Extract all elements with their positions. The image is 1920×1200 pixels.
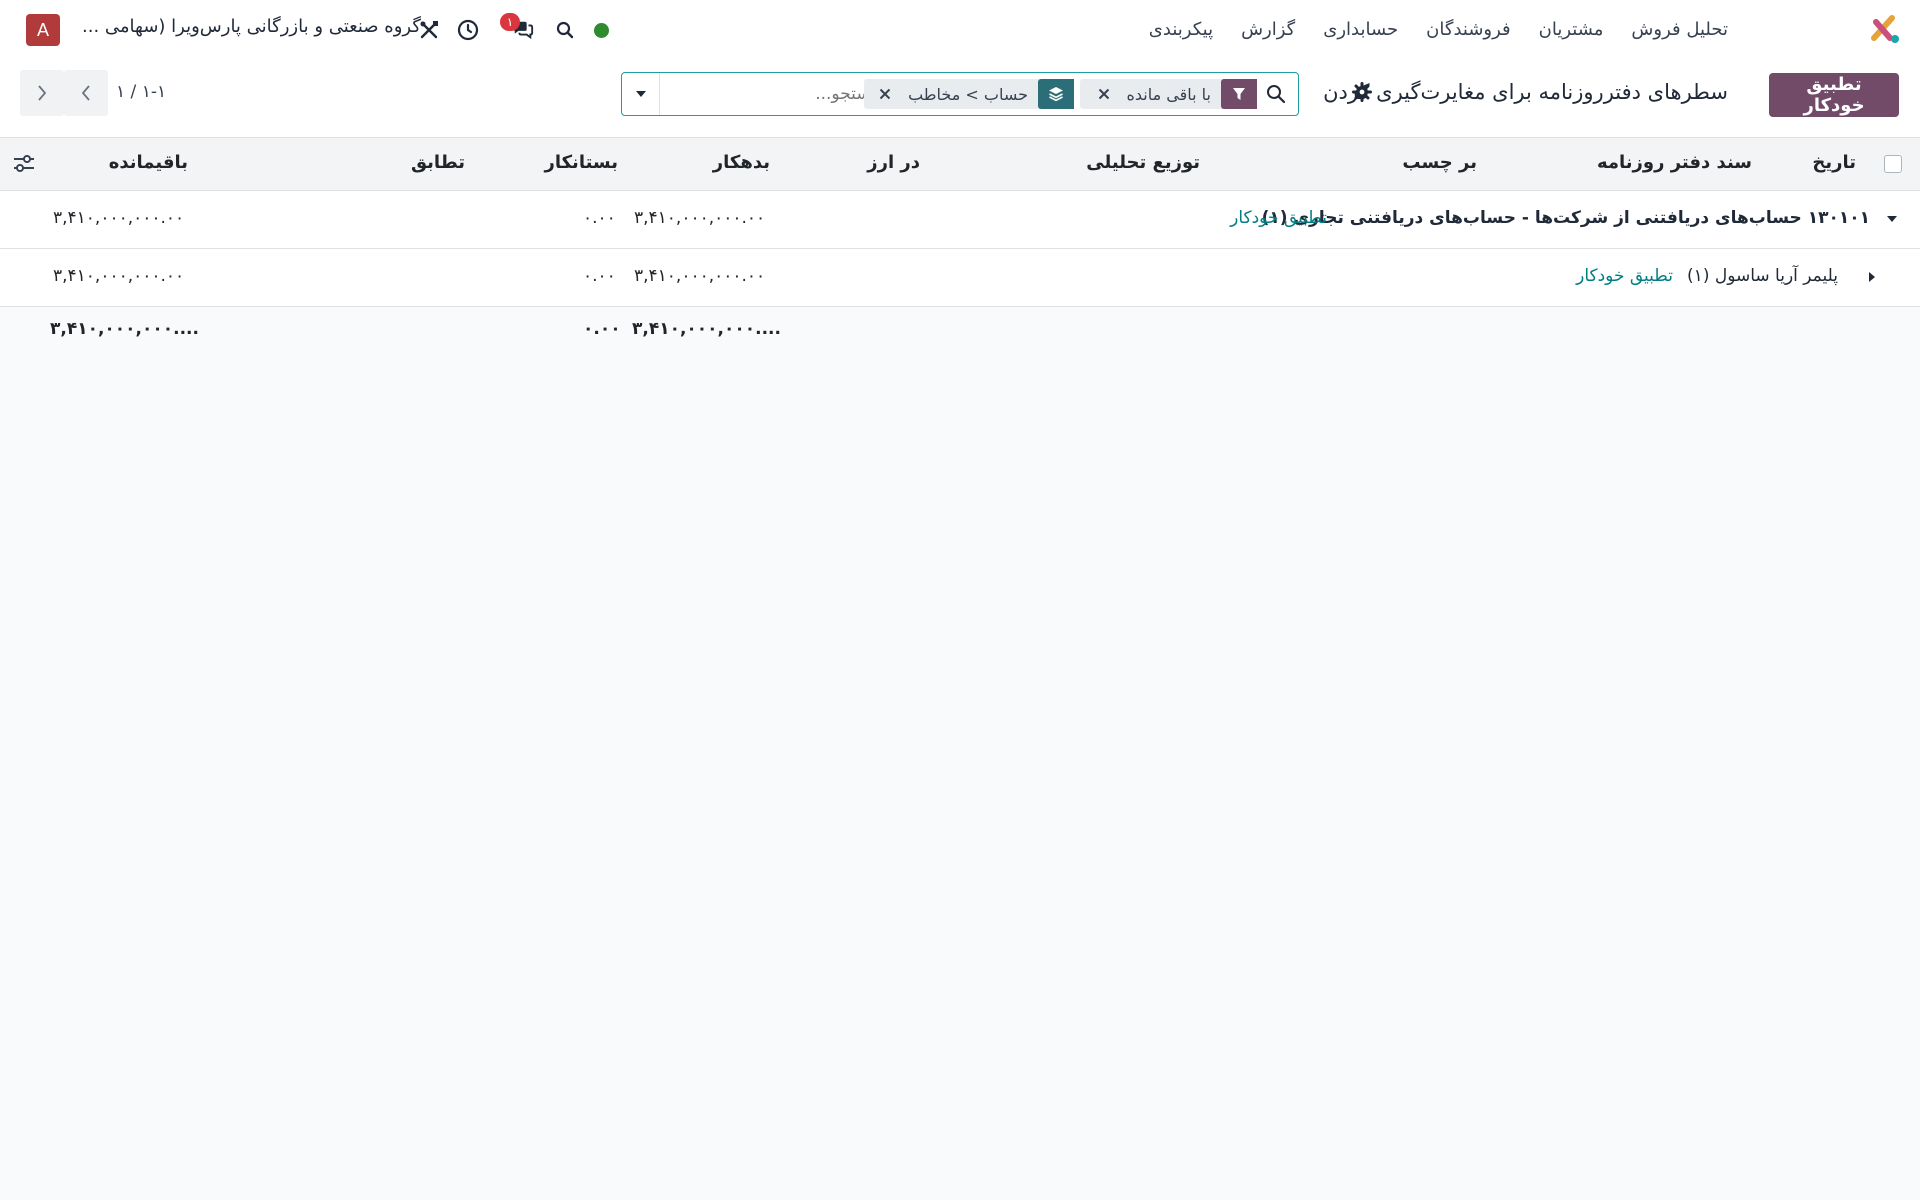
select-all-checkbox[interactable] [1884, 155, 1902, 173]
group-auto-reconcile-link[interactable]: تطبیق خودکار [1230, 208, 1327, 228]
chat-badge: ۱ [500, 13, 520, 31]
journal-items-table: تاریخ سند دفتر روزنامه بر چسب توزیع تحلی… [0, 138, 1920, 355]
table-row-group-partner[interactable]: پلیمر آریا ساسول (۱) تطبیق خودکار ۳,۴۱۰,… [0, 249, 1920, 307]
control-panel: تطبیق خودکار سطرهای دفترروزنامه برای مغا… [0, 58, 1920, 138]
menu-accounting[interactable]: حسابداری [1309, 19, 1412, 40]
gear-icon[interactable] [1352, 82, 1372, 102]
remove-facet-filter-icon[interactable] [1091, 79, 1117, 109]
top-navbar: تحلیل فروش مشتریان فروشندگان حسابداری گز… [0, 0, 1920, 58]
menu-customers[interactable]: مشتریان [1525, 19, 1618, 40]
auto-reconcile-button[interactable]: تطبیق خودکار [1769, 73, 1899, 117]
app-logo-icon[interactable] [1870, 14, 1900, 44]
column-matching[interactable]: تطابق [411, 152, 465, 173]
chevron-right-icon [38, 85, 47, 101]
tools-icon[interactable] [418, 19, 440, 41]
total-debit: ۳,۴۱۰,۰۰۰,۰۰۰.... [632, 319, 781, 339]
sliders-icon[interactable] [12, 152, 36, 176]
remove-facet-groupby-icon[interactable] [872, 79, 898, 109]
search-submit-icon[interactable] [1266, 84, 1286, 104]
user-avatar[interactable]: A [26, 14, 60, 46]
facet-groupby-label: حساب > مخاطب [908, 84, 1028, 104]
column-label[interactable]: بر چسب [1402, 152, 1477, 173]
group-auto-reconcile-link[interactable]: تطبیق خودکار [1576, 266, 1673, 286]
column-currency[interactable]: در ارز [867, 152, 920, 173]
menu-configuration[interactable]: پیکربندی [1135, 19, 1227, 40]
group-by-icon [1038, 79, 1074, 109]
facet-filter-label: با باقی مانده [1126, 84, 1212, 104]
table-totals-row: ۳,۴۱۰,۰۰۰,۰۰۰.... ۰.۰۰ ۳,۴۱۰,۰۰۰,۰۰۰.... [0, 307, 1920, 355]
table-row-group-account[interactable]: ۱۳۰۱۰۱ حساب‌های دریافتنی از شرکت‌ها - حس… [0, 191, 1920, 249]
group-label: پلیمر آریا ساسول (۱) [1687, 266, 1838, 286]
group-label: ۱۳۰۱۰۱ حساب‌های دریافتنی از شرکت‌ها - حس… [1261, 208, 1870, 228]
group-residual: ۳,۴۱۰,۰۰۰,۰۰۰.۰۰ [53, 208, 185, 228]
search-input[interactable] [664, 79, 884, 109]
chevron-left-icon [81, 85, 90, 101]
pager-value[interactable]: ۱-۱ / ۱ [116, 82, 166, 102]
menu-sales-analysis[interactable]: تحلیل فروش [1617, 19, 1742, 40]
systray: ۱ گروه صنعتی و بازرگانی پارس‌ویرا (سهامی… [0, 0, 640, 58]
caret-down-icon[interactable] [1886, 213, 1898, 225]
column-analytic[interactable]: توزیع تحلیلی [1086, 152, 1200, 173]
group-residual: ۳,۴۱۰,۰۰۰,۰۰۰.۰۰ [53, 266, 185, 286]
search-options-toggle[interactable] [622, 73, 660, 115]
group-credit: ۰.۰۰ [583, 208, 616, 228]
pager-next-button[interactable] [64, 70, 108, 116]
group-debit: ۳,۴۱۰,۰۰۰,۰۰۰.۰۰ [634, 208, 766, 228]
search-icon[interactable] [554, 19, 576, 41]
filter-icon [1221, 79, 1257, 109]
company-name[interactable]: گروه صنعتی و بازرگانی پارس‌ویرا (سهامی .… [82, 16, 421, 37]
menu-vendors[interactable]: فروشندگان [1412, 19, 1524, 40]
page-title: سطرهای دفترروزنامه برای مغایرت‌گیری کردن [1323, 80, 1728, 104]
facet-groupby: حساب > مخاطب [864, 79, 1074, 109]
clock-icon[interactable] [457, 19, 479, 41]
total-credit: ۰.۰۰ [583, 319, 621, 339]
menu-reporting[interactable]: گزارش [1227, 19, 1309, 40]
column-credit[interactable]: بستانکار [544, 152, 618, 173]
total-residual: ۳,۴۱۰,۰۰۰,۰۰۰.... [50, 319, 199, 339]
search-box: حساب > مخاطب با باقی مانده [621, 72, 1299, 116]
pager-previous-button[interactable] [20, 70, 64, 116]
column-residual[interactable]: باقیمانده [109, 152, 188, 173]
status-dot [594, 23, 609, 38]
table-header: تاریخ سند دفتر روزنامه بر چسب توزیع تحلی… [0, 138, 1920, 191]
facet-filter: با باقی مانده [1080, 79, 1257, 109]
caret-left-icon[interactable] [1866, 271, 1878, 283]
column-debit[interactable]: بدهکار [713, 152, 770, 173]
main-menu: تحلیل فروش مشتریان فروشندگان حسابداری گز… [1135, 0, 1742, 58]
column-move[interactable]: سند دفتر روزنامه [1597, 152, 1752, 173]
caret-down-icon [635, 91, 646, 97]
column-date[interactable]: تاریخ [1812, 152, 1856, 173]
group-debit: ۳,۴۱۰,۰۰۰,۰۰۰.۰۰ [634, 266, 766, 286]
group-credit: ۰.۰۰ [583, 266, 616, 286]
